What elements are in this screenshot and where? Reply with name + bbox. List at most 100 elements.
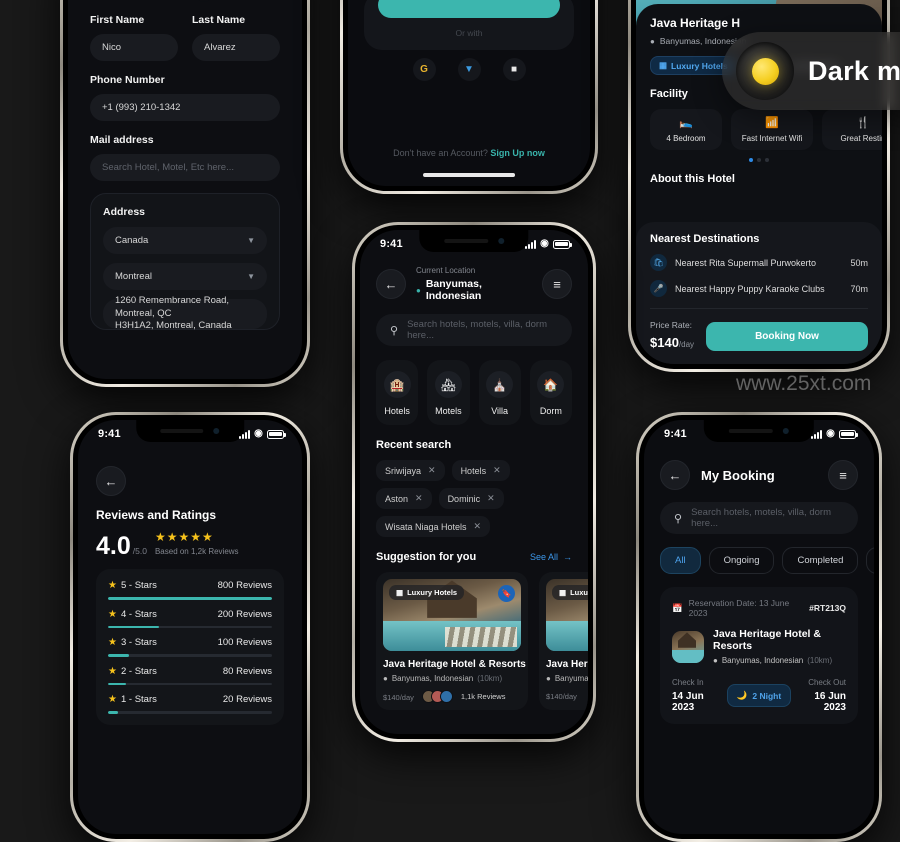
apple-icon[interactable]: ■ (502, 58, 526, 81)
dot-active[interactable] (749, 158, 753, 162)
motel-icon: 🏘 (434, 371, 462, 398)
search-input[interactable]: ⚲ Search hotels, motels, villa, dorm her… (660, 502, 858, 534)
recent-search-title: Recent search (376, 439, 452, 451)
close-icon[interactable]: ✕ (428, 465, 436, 476)
last-name-input[interactable]: Alvarez (192, 34, 280, 61)
hotel-card-title: Java Heritage Hotel & Resorts (383, 659, 526, 670)
booking-card[interactable]: 📅 Reservation Date: 13 June 2023 #RT213Q… (660, 587, 858, 724)
close-icon[interactable]: ✕ (415, 493, 423, 504)
facility-item[interactable]: 🍴 Great Restin (822, 109, 882, 150)
search-icon: ⚲ (674, 512, 683, 525)
address-card: Address Canada ▼ Montreal ▼ 1260 Remembr… (90, 193, 280, 331)
dark-mode-badge[interactable]: Dark mo (722, 32, 900, 110)
tab-cancelled[interactable]: Canc (866, 547, 874, 574)
booking-hotel-location: ● Banyumas, Indonesian (10km) (713, 656, 846, 665)
twitter-icon[interactable]: ▼ (457, 58, 481, 81)
restaurant-icon: 🍴 (856, 117, 870, 129)
reviewer-avatars (421, 690, 453, 703)
category-label: Hotels (384, 406, 410, 416)
category-hotels[interactable]: 🏨 Hotels (376, 360, 419, 425)
hotel-card-price-unit: /day (562, 692, 577, 701)
category-label: Villa (491, 406, 509, 416)
check-out-label: Check Out (808, 678, 846, 687)
bookmark-icon[interactable]: 🔖 (498, 585, 515, 602)
nights-label: 2 Night (752, 690, 782, 701)
recent-chip[interactable]: Dominic ✕ (438, 488, 504, 509)
star-icon: ★ (108, 665, 117, 677)
rating-row: ★ 2 - Stars 80 Reviews (108, 665, 272, 685)
rating-row: ★ 4 - Stars 200 Reviews (108, 608, 272, 628)
see-all-link[interactable]: See All → (530, 552, 572, 562)
booking-now-button[interactable]: Booking Now (706, 321, 868, 351)
battery-icon (839, 429, 858, 439)
close-icon[interactable]: ✕ (487, 493, 495, 504)
dark-mode-toggle[interactable] (736, 42, 794, 100)
rating-bar-track (108, 711, 272, 714)
street-input[interactable]: 1260 Remembrance Road, Montreal, QC H3H1… (103, 295, 267, 331)
rating-breakdown-card: ★ 5 - Stars 800 Reviews ★ 4 - Stars 200 … (96, 569, 284, 725)
camera-icon[interactable]: ▣ (195, 0, 213, 2)
rating-bar-track (108, 682, 272, 685)
country-select[interactable]: Canada ▼ (103, 227, 267, 254)
recent-search-chips: Sriwijaya ✕ Hotels ✕ Aston ✕ Dominic ✕ Wisat… (376, 460, 572, 537)
star-icon: ★ (108, 608, 117, 620)
dark-mode-label: Dark mo (808, 55, 900, 86)
luxury-tag-label: Luxury Hotels (407, 588, 458, 597)
dot[interactable] (765, 158, 769, 162)
recent-chip[interactable]: Hotels ✕ (451, 460, 510, 481)
chevron-down-icon: ▼ (247, 236, 255, 245)
star-icon: ★ (108, 580, 117, 591)
address-title: Address (103, 206, 146, 218)
back-arrow-icon[interactable]: ← (96, 466, 126, 496)
hotel-card[interactable]: ▦ Luxury Java Herit ● Banyuma $140/day (539, 572, 588, 710)
star-icon: ★ (108, 694, 117, 705)
price-value: $140 (650, 335, 679, 350)
hotel-card[interactable]: ▦ Luxury Hotels 🔖 Java Heritage Hotel & … (376, 572, 528, 710)
recent-chip[interactable]: Aston ✕ (376, 488, 432, 509)
facility-item[interactable]: 🛌 4 Bedroom (650, 109, 722, 150)
tab-all[interactable]: All (660, 547, 701, 574)
wifi-icon: ◉ (826, 428, 835, 439)
close-icon[interactable]: ✕ (474, 521, 482, 532)
back-arrow-icon[interactable]: ← (660, 460, 690, 490)
nights-badge: 🌙 2 Night (726, 684, 792, 707)
recent-chip[interactable]: Wisata Niaga Hotels ✕ (376, 516, 491, 537)
booking-hotel-name: Java Heritage Hotel & Resorts (713, 628, 821, 652)
signup-link[interactable]: Sign Up now (490, 148, 545, 158)
dot[interactable] (757, 158, 761, 162)
sign-in-button[interactable] (378, 0, 560, 18)
signup-prompt-text: Don't have an Account? (393, 148, 488, 158)
cellular-icon (239, 429, 251, 439)
or-with-label: Or with (455, 28, 483, 38)
chip-label: Sriwijaya (385, 465, 422, 476)
first-name-input[interactable]: Nico (90, 34, 178, 61)
page-title: My Booking (701, 467, 775, 483)
carousel-dots[interactable] (650, 158, 868, 162)
rating-bar-track (108, 597, 272, 600)
back-arrow-icon[interactable]: ← (376, 269, 406, 299)
rating-count: 20 Reviews (222, 694, 272, 705)
category-motels[interactable]: 🏘 Motels (427, 360, 470, 425)
tab-ongoing[interactable]: Ongoing (708, 547, 775, 574)
check-out-date: 16 Jun 2023 (814, 691, 846, 713)
category-villa[interactable]: ⛪ Villa (478, 360, 521, 425)
mail-input[interactable]: Search Hotel, Motel, Etc here... (90, 154, 280, 181)
phone-input[interactable]: +1 (993) 210-1342 (90, 94, 280, 121)
recent-chip[interactable]: Sriwijaya ✕ (376, 460, 445, 481)
facility-item[interactable]: 📶 Fast Internet Wifi (731, 109, 813, 150)
search-input[interactable]: ⚲ Search hotels, motels, villa, dorm her… (376, 314, 572, 346)
hotel-card-location-text: Banyumas, Indonesian (391, 674, 474, 683)
city-select[interactable]: Montreal ▼ (103, 263, 267, 290)
phone-label: Phone Number (90, 74, 165, 86)
close-icon[interactable]: ✕ (493, 465, 501, 476)
google-icon[interactable]: G (412, 58, 436, 81)
filter-icon[interactable]: ≡ (828, 460, 858, 490)
search-placeholder: Search hotels, motels, villa, dorm here.… (691, 507, 831, 529)
chip-label: Wisata Niaga Hotels (385, 521, 467, 532)
star-icon: ★ (108, 637, 117, 648)
star-rating-icon: ★★★★★ (154, 530, 214, 544)
filter-icon[interactable]: ≡ (542, 269, 572, 299)
tab-completed[interactable]: Completed (782, 547, 859, 574)
status-bar: 9:41 ◉ (360, 230, 588, 256)
category-dorm[interactable]: 🏠 Dorm (529, 360, 572, 425)
